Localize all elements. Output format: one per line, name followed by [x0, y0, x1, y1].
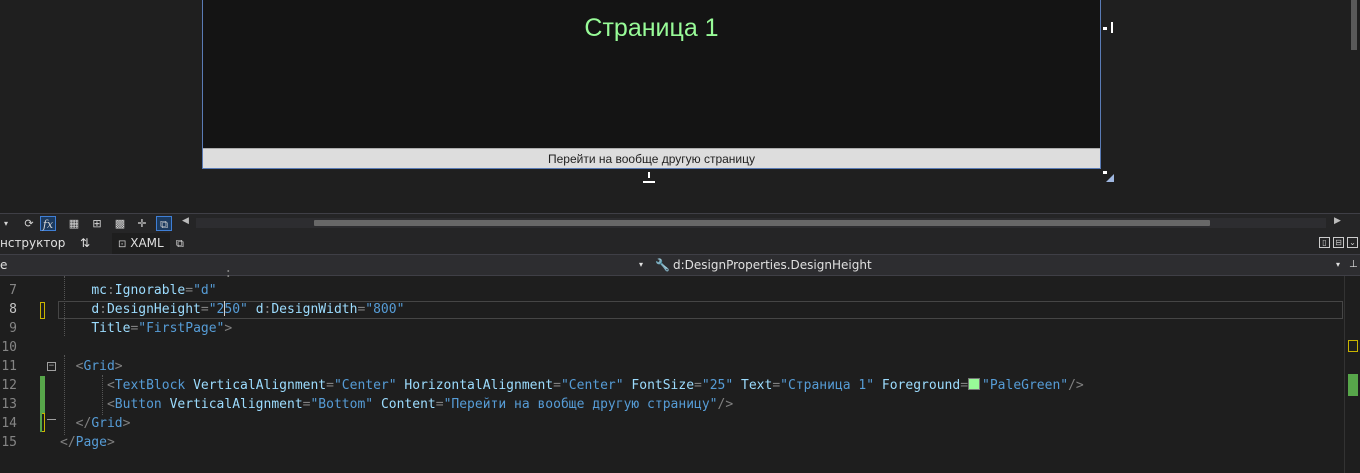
page-navigate-button[interactable]: Перейти на вообще другую страницу — [203, 148, 1100, 168]
tab-xaml[interactable]: ⊡ XAML — [112, 233, 170, 254]
artboard-icon[interactable]: ⧉ — [156, 216, 172, 231]
designer-vertical-scrollbar[interactable] — [1348, 0, 1360, 213]
page-artboard[interactable]: Страница 1 Перейти на вообще другую стра… — [202, 0, 1101, 169]
snap-grid-icon[interactable]: ⊞ — [89, 216, 105, 231]
color-swatch-icon[interactable] — [968, 378, 981, 390]
code-line-11: 11 <Grid> — [1, 359, 123, 374]
code-line-10: 10 — [1, 340, 17, 355]
xaml-tab-icon: ⊡ — [118, 239, 127, 250]
split-vertical-icon[interactable]: ▯ — [1319, 237, 1330, 248]
xaml-code-editor[interactable]: : − 7 mc:Ignorable="d" 8 d:DesignHeight=… — [0, 266, 1360, 473]
split-handle-icon[interactable]: ⊥ — [1349, 255, 1358, 275]
scroll-left-arrow-icon[interactable]: ◀ — [182, 216, 189, 226]
design-surface[interactable]: Страница 1 Перейти на вообще другую стра… — [0, 0, 1360, 213]
code-line-9: 9 Title="FirstPage"> — [9, 321, 233, 336]
code-line-13: 13 <Button VerticalAlignment="Bottom" Co… — [1, 397, 734, 412]
refresh-icon[interactable]: ⟳ — [21, 216, 37, 231]
page-textblock[interactable]: Страница 1 — [203, 14, 1100, 43]
code-line-15: 15 </Page> — [1, 435, 115, 450]
dropdown-arrow-icon[interactable]: ▾ — [0, 216, 12, 231]
checker-icon[interactable]: ▩ — [112, 216, 128, 231]
code-line-12: 12 <TextBlock VerticalAlignment="Center"… — [1, 378, 1084, 393]
designer-horizontal-scrollbar[interactable] — [196, 218, 1326, 228]
swap-panes-icon[interactable]: ⇅ — [80, 233, 94, 254]
fx-icon[interactable]: fx — [40, 216, 56, 231]
grid-icon[interactable]: ▦ — [66, 216, 82, 231]
popout-icon[interactable]: ⧉ — [176, 233, 190, 254]
tab-xaml-label: XAML — [130, 236, 164, 250]
code-line-7: 7 mc:Ignorable="d" — [9, 283, 217, 298]
snap-point-icon[interactable]: ✛ — [134, 216, 150, 231]
code-line-14: 14 </Grid> — [1, 416, 131, 431]
designer-toolbar: ▾ ⟳ fx ▦ ⊞ ▩ ✛ ⧉ ◀ ▶ — [0, 213, 1360, 233]
view-tabs: нструктор ⇅ ⊡ XAML ⧉ ▯ ⊟ ⌄ — [0, 233, 1360, 255]
designer-horizontal-scroll-thumb[interactable] — [314, 220, 1210, 226]
resize-corner-icon[interactable] — [1106, 174, 1114, 182]
text-caret — [223, 301, 225, 316]
editor-scroll-marker-added — [1348, 374, 1358, 396]
editor-vertical-scrollbar[interactable] — [1344, 276, 1360, 473]
code-line-8: 8 d:DesignHeight="250" d:DesignWidth="80… — [9, 301, 405, 317]
designer-vertical-scroll-thumb[interactable] — [1351, 0, 1357, 50]
split-horizontal-icon[interactable]: ⊟ — [1333, 237, 1344, 248]
scroll-right-arrow-icon[interactable]: ▶ — [1334, 216, 1341, 226]
resize-handle-bottom-bar[interactable] — [643, 181, 655, 183]
editor-scroll-marker-current — [1348, 340, 1358, 352]
resize-handle-right[interactable] — [1103, 27, 1107, 30]
tab-designer[interactable]: нструктор — [0, 233, 65, 254]
resize-handle-right-bar[interactable] — [1111, 22, 1113, 33]
collapse-pane-icon[interactable]: ⌄ — [1347, 237, 1358, 248]
resize-handle-bottom[interactable] — [648, 172, 650, 178]
